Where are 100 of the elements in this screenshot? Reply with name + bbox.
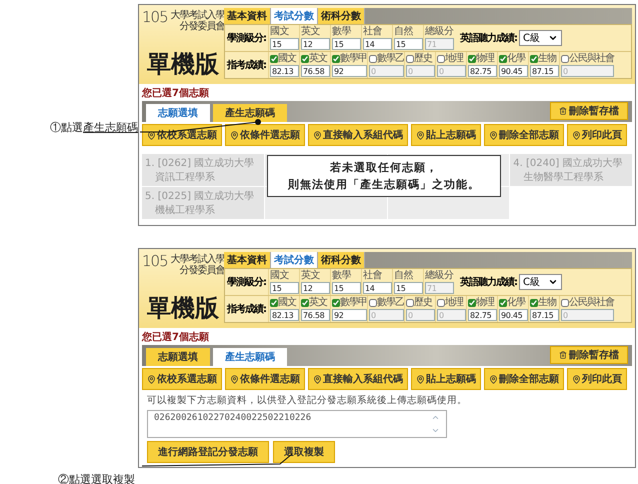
checkbox[interactable] <box>406 55 414 63</box>
checkbox[interactable] <box>530 299 538 307</box>
action-button[interactable]: 選取複製 <box>273 441 335 463</box>
chevron-icon <box>548 33 558 43</box>
checkbox[interactable] <box>369 55 377 63</box>
checkbox[interactable] <box>499 55 507 63</box>
checkbox[interactable] <box>561 55 569 63</box>
score-field[interactable]: 15 <box>332 38 361 50</box>
score-field[interactable]: 90.45 <box>499 65 528 77</box>
action-button[interactable]: 進行網路登記分發志願 <box>147 441 269 463</box>
action-button[interactable]: 直接輸入系組代碼 <box>308 368 408 390</box>
delete-draft-button[interactable]: 刪除暫存檔 <box>550 102 628 120</box>
tab[interactable]: 考試分數 <box>271 252 318 268</box>
delete-draft-button[interactable]: 刪除暫存檔 <box>550 346 628 364</box>
score-field[interactable]: 87.15 <box>530 309 559 321</box>
scroll-down-icon[interactable] <box>431 426 440 435</box>
score-field[interactable]: 12 <box>301 282 330 294</box>
subject-label: 國文 <box>270 26 290 38</box>
score-field[interactable]: 82.75 <box>468 65 497 77</box>
action-button[interactable]: 依校系選志願 <box>142 368 222 390</box>
action-button[interactable]: 刪除全部志願 <box>484 368 564 390</box>
action-button[interactable]: 貼上志願碼 <box>411 124 481 146</box>
subject-checkbox[interactable]: 數學乙 <box>369 297 404 309</box>
checkbox[interactable] <box>437 55 445 63</box>
subject-checkbox[interactable]: 歷史 <box>406 53 435 65</box>
tab[interactable]: 考試分數 <box>271 8 318 24</box>
subject-checkbox[interactable]: 英文 <box>301 53 330 65</box>
score-field[interactable]: 12 <box>301 38 330 50</box>
subject-checkbox[interactable]: 地理 <box>437 53 466 65</box>
subject-checkbox[interactable]: 國文 <box>270 297 299 309</box>
score-field[interactable]: 76.58 <box>301 65 330 77</box>
score-field[interactable]: 90.45 <box>499 309 528 321</box>
subject-checkbox[interactable]: 數學甲 <box>332 297 367 309</box>
checkbox[interactable] <box>369 299 377 307</box>
subject-checkbox[interactable]: 生物 <box>530 53 559 65</box>
score-field[interactable]: 92 <box>332 309 367 321</box>
pin-icon <box>230 374 239 384</box>
scroll-up-icon[interactable] <box>431 413 440 422</box>
checkbox[interactable] <box>561 299 569 307</box>
action-button[interactable]: 貼上志願碼 <box>411 368 481 390</box>
trash-icon <box>559 351 567 359</box>
score-field[interactable]: 76.58 <box>301 309 330 321</box>
action-button[interactable]: 直接輸入系組代碼 <box>308 124 408 146</box>
message-text: 若未選取任何志願， <box>330 160 438 175</box>
checkbox[interactable] <box>332 55 340 63</box>
score-field[interactable]: 15 <box>332 282 361 294</box>
checkbox[interactable] <box>468 299 476 307</box>
score-field[interactable]: 82.13 <box>270 309 299 321</box>
subject-checkbox[interactable]: 生物 <box>530 297 559 309</box>
checkbox[interactable] <box>530 55 538 63</box>
checkbox[interactable] <box>301 55 309 63</box>
row-label: 指考成績: <box>226 302 267 317</box>
checkbox[interactable] <box>270 299 278 307</box>
subject-checkbox[interactable]: 物理 <box>468 297 497 309</box>
score-field[interactable]: 82.13 <box>270 65 299 77</box>
view-tab[interactable]: 產生志願碼 <box>213 348 287 366</box>
checkbox[interactable] <box>406 299 414 307</box>
view-tab[interactable]: 產生志願碼 <box>213 104 287 122</box>
choice-code: 5. [0225] 國立成功大學 <box>145 190 256 203</box>
action-button[interactable]: 刪除全部志願 <box>484 124 564 146</box>
logo-number: 105 <box>142 252 168 270</box>
tab[interactable]: 基本資料 <box>224 252 271 268</box>
action-button[interactable]: 列印此頁 <box>567 368 627 390</box>
subject-checkbox[interactable]: 地理 <box>437 297 466 309</box>
action-button[interactable]: 依條件選志願 <box>225 368 305 390</box>
score-field[interactable]: 87.15 <box>530 65 559 77</box>
score-field[interactable]: 15 <box>270 38 299 50</box>
action-button[interactable]: 列印此頁 <box>567 124 627 146</box>
subject-checkbox[interactable]: 英文 <box>301 297 330 309</box>
subject-checkbox[interactable]: 化學 <box>499 53 528 65</box>
subject-checkbox[interactable]: 物理 <box>468 53 497 65</box>
score-field[interactable]: 82.75 <box>468 309 497 321</box>
score-field[interactable]: 14 <box>363 282 392 294</box>
score-field[interactable]: 15 <box>270 282 299 294</box>
grade-select[interactable]: C級 <box>519 30 562 46</box>
view-tab[interactable]: 志願選填 <box>146 104 210 122</box>
checkbox[interactable] <box>301 299 309 307</box>
tab[interactable]: 術科分數 <box>318 252 365 268</box>
checkbox[interactable] <box>468 55 476 63</box>
checkbox[interactable] <box>270 55 278 63</box>
subject-checkbox[interactable]: 數學乙 <box>369 53 404 65</box>
subject-checkbox[interactable]: 化學 <box>499 297 528 309</box>
checkbox[interactable] <box>499 299 507 307</box>
subject-checkbox[interactable]: 歷史 <box>406 297 435 309</box>
subject-checkbox[interactable]: 公民與社會 <box>561 297 614 309</box>
score-field[interactable]: 92 <box>332 65 367 77</box>
action-button[interactable]: 依條件選志願 <box>225 124 305 146</box>
code-textarea[interactable]: 02620026102270240022502210226 <box>147 410 447 438</box>
checkbox[interactable] <box>437 299 445 307</box>
view-tab[interactable]: 志願選填 <box>146 348 210 366</box>
checkbox[interactable] <box>332 299 340 307</box>
tab[interactable]: 基本資料 <box>224 8 271 24</box>
score-field[interactable]: 15 <box>394 282 423 294</box>
score-field[interactable]: 14 <box>363 38 392 50</box>
subject-checkbox[interactable]: 公民與社會 <box>561 53 614 65</box>
subject-checkbox[interactable]: 數學甲 <box>332 53 367 65</box>
tab[interactable]: 術科分數 <box>318 8 365 24</box>
subject-checkbox[interactable]: 國文 <box>270 53 299 65</box>
grade-select[interactable]: C級 <box>519 274 562 290</box>
score-field[interactable]: 15 <box>394 38 423 50</box>
